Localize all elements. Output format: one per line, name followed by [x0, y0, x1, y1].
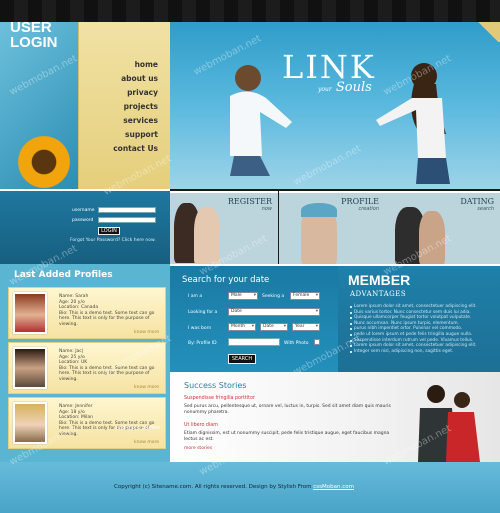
month-select[interactable]: Month — [228, 323, 256, 331]
username-input[interactable] — [98, 207, 156, 213]
username-label: username — [72, 208, 95, 213]
footer-copyright: Copyright (c) Sitename.com. All rights r… — [114, 484, 354, 490]
member-advantages-list: Lorem ipsum dolor sit amet, consectetuer… — [350, 304, 500, 354]
member-title: MEMBER — [348, 272, 411, 288]
page-fold — [476, 22, 500, 42]
profile-card: Name: Jac| Age: 25 y/o Location: UK Bio: Th… — [8, 342, 166, 394]
hero-banner: LINK your Souls — [170, 22, 500, 189]
password-input[interactable] — [98, 217, 156, 223]
nav-home[interactable]: home — [79, 58, 158, 72]
nav-about-us[interactable]: about us — [79, 72, 158, 86]
profiles-panel: Last Added Profiles Name: Sarah Age: 20 y… — [0, 264, 170, 462]
born-label: I was born — [188, 326, 212, 331]
dating-sub: search — [477, 206, 494, 212]
forgot-password-link[interactable]: Forgot Your Password? Click here now. — [70, 238, 156, 243]
profile-photo[interactable] — [13, 347, 47, 389]
member-subtitle: ADVANTAGES — [350, 290, 407, 298]
profile-info: Name: Jennifer Age: 18 y/o Location: Milan… — [59, 404, 155, 437]
login-title: USER LOGIN — [10, 19, 58, 51]
nav-support[interactable]: support — [79, 128, 158, 142]
nav-projects[interactable]: projects — [79, 100, 158, 114]
nav-privacy[interactable]: privacy — [79, 86, 158, 100]
more-stories-link[interactable]: more stories — [184, 446, 212, 451]
with-photo-checkbox[interactable] — [314, 339, 320, 345]
know-more-link[interactable]: know more — [134, 330, 159, 335]
profile-info: Name: Jac| Age: 25 y/o Location: UK Bio: Th… — [59, 349, 155, 382]
seeking-select[interactable]: Female — [290, 292, 320, 300]
register-sub: now — [261, 206, 272, 212]
with-photo-label: With Photo — [284, 341, 309, 346]
story-1-body: Sed purus arcu, pellentesque ut, ornare … — [184, 404, 391, 415]
hero-subtitle: your Souls — [318, 80, 372, 95]
search-title: Search for your date — [182, 275, 270, 285]
i-am-label: I am a — [188, 294, 203, 299]
dating-search-box[interactable]: DATING search — [385, 191, 500, 264]
footer-link[interactable]: cssMoban.com — [313, 484, 354, 490]
login-button[interactable]: LOGIN — [98, 227, 120, 235]
profile-id-label: By: Profile ID — [188, 341, 217, 346]
password-label: password — [72, 218, 94, 223]
profile-card: Name: Jennifer Age: 18 y/o Location: Milan… — [8, 397, 166, 449]
profile-title: PROFILE — [341, 197, 379, 206]
profile-card: Name: Sarah Age: 20 y/o Location: Canada Bi… — [8, 287, 166, 339]
woman-image — [376, 63, 450, 184]
couple-image — [418, 385, 480, 462]
find-more-profiles-link[interactable]: find more profiles — [116, 425, 160, 431]
know-more-link[interactable]: know more — [134, 440, 159, 445]
page: home about us privacy projects services … — [0, 0, 500, 513]
nav-contact-us[interactable]: contact Us — [79, 142, 158, 156]
stories-title: Success Stories — [184, 381, 247, 390]
list-item: Integer sem nisl, adipiscing non, sagitt… — [350, 349, 500, 355]
know-more-link[interactable]: know more — [134, 385, 159, 390]
register-title: REGISTER — [227, 197, 272, 206]
register-now-box[interactable]: REGISTER now — [170, 191, 278, 264]
gender-select[interactable]: Male — [228, 292, 258, 300]
profile-photo[interactable] — [13, 292, 47, 334]
profile-sub: creation — [358, 206, 379, 212]
looking-for-label: Looking for a — [188, 310, 218, 315]
day-select[interactable]: Date — [260, 323, 288, 331]
dating-title: DATING — [460, 197, 494, 206]
top-strip — [0, 0, 500, 22]
nav-services[interactable]: services — [79, 114, 158, 128]
story-2-heading[interactable]: Ut libero diam — [184, 423, 218, 428]
story-2-body: Etiam dignissim, est ut nonummy suscipit… — [184, 431, 390, 442]
sunflower-image — [14, 132, 74, 192]
looking-for-select[interactable]: Date — [228, 308, 320, 316]
login-panel — [0, 189, 170, 264]
seeking-label: Seeking a — [262, 294, 285, 299]
profile-id-input[interactable] — [228, 338, 280, 346]
profile-photo[interactable] — [13, 402, 47, 444]
search-button[interactable]: SEARCH — [228, 354, 256, 364]
profile-info: Name: Sarah Age: 20 y/o Location: Canada Bi… — [59, 294, 155, 327]
profile-creation-box[interactable]: PROFILE creation — [279, 191, 385, 264]
story-1-heading[interactable]: Suspendisse fringilla porttitor — [184, 396, 255, 401]
year-select[interactable]: Year — [292, 323, 320, 331]
main-nav: home about us privacy projects services … — [78, 22, 170, 189]
profiles-title: Last Added Profiles — [14, 270, 113, 280]
